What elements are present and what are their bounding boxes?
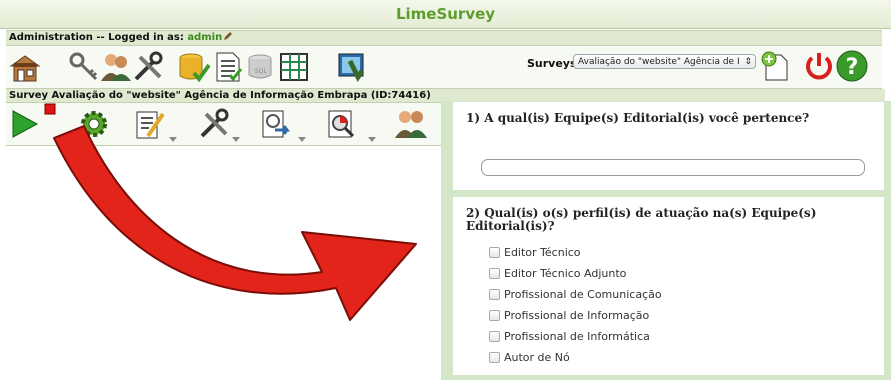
admin-bar: Administration -- Logged in as: admin <box>6 30 882 46</box>
logged-user[interactable]: admin <box>187 32 222 43</box>
key-icon[interactable] <box>68 51 100 83</box>
users-icon[interactable] <box>100 51 132 83</box>
sql-database-icon[interactable]: SQL <box>246 51 278 83</box>
svg-text:?: ? <box>846 55 859 80</box>
new-survey-icon[interactable] <box>760 50 792 82</box>
admin-toolbar: SQL Surveys: Avaliação do "website" Agên… <box>6 46 882 89</box>
play-icon[interactable] <box>9 108 41 140</box>
template-editor-icon[interactable] <box>336 51 368 83</box>
admin-bar-prefix: Administration -- Logged in as: <box>9 32 188 43</box>
checkbox[interactable] <box>489 310 500 321</box>
red-curved-arrow-icon <box>53 125 417 321</box>
option-label: Profissional de Comunicação <box>504 288 662 301</box>
survey-select[interactable]: Avaliação do "website" Agência de I ⇕ <box>573 54 756 69</box>
stop-icon[interactable] <box>44 103 56 115</box>
checkbox[interactable] <box>489 268 500 279</box>
tools-icon[interactable] <box>132 51 164 83</box>
checkbox[interactable] <box>489 289 500 300</box>
checkbox[interactable] <box>489 247 500 258</box>
question-1-text-input[interactable] <box>481 159 865 176</box>
database-check-icon[interactable] <box>178 51 210 83</box>
checkbox[interactable] <box>489 331 500 342</box>
question-preview-panel: 1) A qual(is) Equipe(s) Editorial(is) vo… <box>441 101 891 380</box>
survey-select-value: Avaliação do "website" Agência de I <box>578 57 740 67</box>
logout-power-icon[interactable] <box>803 50 835 82</box>
select-arrows-icon: ⇕ <box>744 57 752 67</box>
question-card-2: 2) Qual(is) o(s) perfil(is) de atuação n… <box>453 197 884 375</box>
option-label: Profissional de Informática <box>504 330 650 343</box>
option-label: Autor de Nó <box>504 351 570 364</box>
app-title: LimeSurvey <box>0 0 891 29</box>
home-icon[interactable] <box>9 52 41 84</box>
option-label: Profissional de Informação <box>504 309 650 322</box>
pencil-icon[interactable] <box>223 31 233 41</box>
question-2-title: 2) Qual(is) o(s) perfil(is) de atuação n… <box>466 206 817 233</box>
option-label: Editor Técnico Adjunto <box>504 267 627 280</box>
grid-icon[interactable] <box>278 51 310 83</box>
checkbox[interactable] <box>489 352 500 363</box>
document-list-icon[interactable] <box>212 51 244 83</box>
question-1-title: 1) A qual(is) Equipe(s) Editorial(is) vo… <box>466 111 810 125</box>
question-card-1: 1) A qual(is) Equipe(s) Editorial(is) vo… <box>453 102 884 190</box>
option-label: Editor Técnico <box>504 246 581 259</box>
svg-text:SQL: SQL <box>255 68 268 75</box>
help-icon[interactable]: ? <box>836 50 868 82</box>
